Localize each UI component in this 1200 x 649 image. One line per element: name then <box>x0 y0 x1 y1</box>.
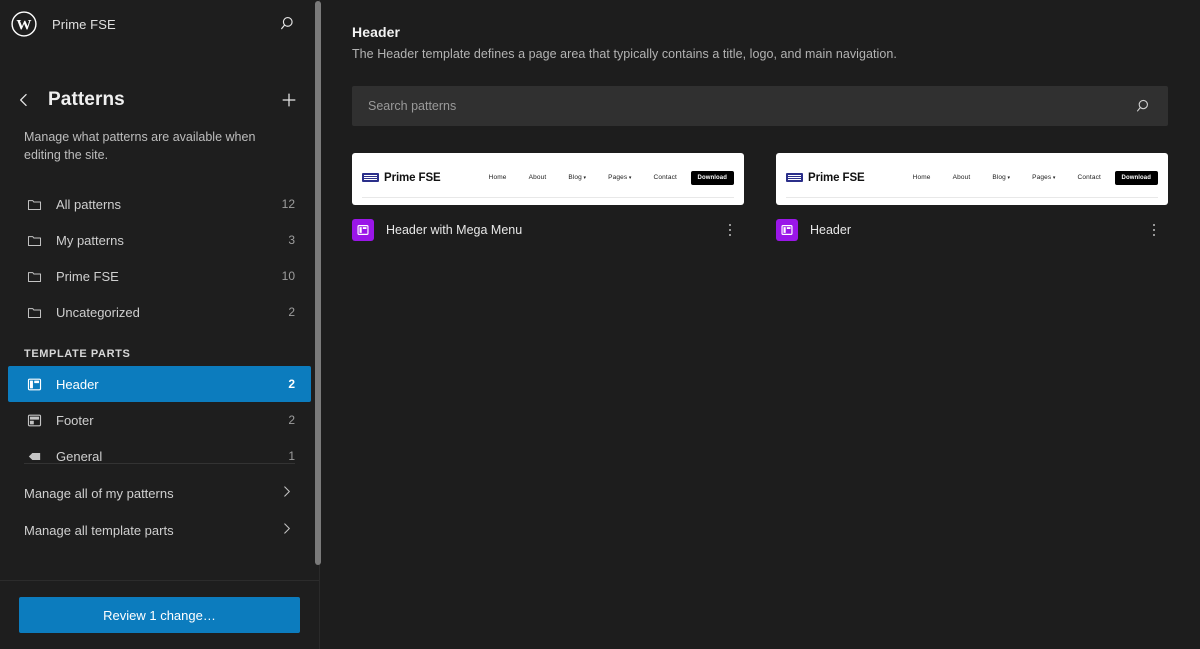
preview-nav-item: Pages <box>608 174 631 181</box>
preview-download-button: Download <box>690 170 734 185</box>
pattern-card: Prime FSE Home About Blog Pages Contact … <box>352 153 744 242</box>
pattern-categories-list: All patterns 12 My patterns 3 Prime FSE … <box>0 186 319 330</box>
folder-icon <box>24 302 44 322</box>
sidebar-item-count: 1 <box>288 449 295 464</box>
sidebar-item-general[interactable]: General 1 <box>8 438 311 474</box>
preview-logo-text: Prime FSE <box>808 171 865 184</box>
kebab-menu-icon[interactable] <box>718 218 742 242</box>
preview-nav-item: Home <box>912 174 931 181</box>
preview-logo-text: Prime FSE <box>384 171 441 184</box>
preview-nav-item: Blog <box>568 174 586 181</box>
page-heading: Header <box>352 24 401 40</box>
folder-icon <box>24 266 44 286</box>
sidebar-item-label: All patterns <box>56 196 122 212</box>
search-patterns-bar[interactable] <box>352 86 1168 126</box>
sidebar-item-manage-template-parts[interactable]: Manage all template parts <box>8 512 311 549</box>
sidebar-item-manage-my-patterns[interactable]: Manage all of my patterns <box>8 475 311 512</box>
review-changes-button[interactable]: Review 1 change… <box>19 597 300 633</box>
preview-logo: Prime FSE <box>362 172 441 184</box>
patterns-panel-header: Patterns <box>0 48 319 116</box>
sidebar-item-footer[interactable]: Footer 2 <box>8 402 311 438</box>
sidebar-item-count: 2 <box>288 377 295 392</box>
sidebar-item-all-patterns[interactable]: All patterns 12 <box>8 186 311 222</box>
page-description: The Header template defines a page area … <box>352 47 897 61</box>
sidebar-item-uncategorized[interactable]: Uncategorized 2 <box>8 294 311 330</box>
kebab-menu-icon[interactable] <box>1142 218 1166 242</box>
site-logo-icon <box>362 173 379 182</box>
chevron-left-icon[interactable] <box>8 84 40 116</box>
preview-nav-item: Home <box>488 174 507 181</box>
preview-download-button: Download <box>1114 170 1158 185</box>
header-layout-icon <box>352 219 374 241</box>
site-editor-app: W Prime FSE Patterns Manage what pattern… <box>0 0 1200 649</box>
sidebar-item-label: My patterns <box>56 232 124 248</box>
pattern-card-meta: Header with Mega Menu <box>352 218 744 242</box>
page-title: Patterns <box>48 89 125 110</box>
sidebar-item-label: Footer <box>56 412 94 428</box>
sidebar-item-prime-fse[interactable]: Prime FSE 10 <box>8 258 311 294</box>
sidebar-footer: Review 1 change… <box>0 580 319 649</box>
preview-logo: Prime FSE <box>786 172 865 184</box>
preview-nav-item: About <box>952 174 971 181</box>
sidebar-scroll-area: Patterns Manage what patterns are availa… <box>0 48 319 580</box>
template-parts-section-label: TEMPLATE PARTS <box>24 348 131 361</box>
manage-links-list: Manage all of my patterns Manage all tem… <box>0 475 319 549</box>
preview-header-bar: Prime FSE Home About Blog Pages Contact … <box>362 160 734 198</box>
wordpress-logo-icon[interactable]: W <box>8 8 40 40</box>
folder-icon <box>24 194 44 214</box>
plus-icon[interactable] <box>273 84 305 116</box>
pattern-card-meta: Header <box>776 218 1168 242</box>
sidebar-topbar: W Prime FSE <box>0 0 319 48</box>
site-logo-icon <box>786 173 803 182</box>
footer-layout-icon <box>24 410 44 430</box>
sidebar: W Prime FSE Patterns Manage what pattern… <box>0 0 321 649</box>
sidebar-item-label: Header <box>56 376 99 392</box>
pattern-title[interactable]: Header with Mega Menu <box>386 223 706 237</box>
preview-header-bar: Prime FSE Home About Blog Pages Contact … <box>786 160 1158 198</box>
sidebar-item-label: Prime FSE <box>56 268 119 284</box>
svg-text:W: W <box>16 16 31 33</box>
pattern-preview[interactable]: Prime FSE Home About Blog Pages Contact … <box>352 153 744 205</box>
sidebar-item-label: Manage all template parts <box>24 523 174 539</box>
sidebar-item-label: General <box>56 448 103 464</box>
header-layout-icon <box>24 374 44 394</box>
preview-nav-item: Contact <box>653 174 677 181</box>
panel-description: Manage what patterns are available when … <box>24 130 256 163</box>
sidebar-item-count: 10 <box>281 269 295 284</box>
patterns-grid: Prime FSE Home About Blog Pages Contact … <box>352 153 1168 242</box>
sidebar-item-header[interactable]: Header 2 <box>8 366 311 403</box>
sidebar-scrollbar[interactable] <box>315 1 321 565</box>
sidebar-item-label: Manage all of my patterns <box>24 486 174 502</box>
pattern-title[interactable]: Header <box>810 223 1130 237</box>
main-content: Header The Header template defines a pag… <box>320 0 1200 649</box>
search-icon[interactable] <box>273 8 305 40</box>
template-parts-list: Header 2 Footer 2 General 1 <box>0 366 319 474</box>
search-input[interactable] <box>368 86 1132 126</box>
preview-navigation: Home About Blog Pages Contact <box>489 174 691 181</box>
sidebar-item-count: 12 <box>281 197 295 212</box>
pattern-preview[interactable]: Prime FSE Home About Blog Pages Contact … <box>776 153 1168 205</box>
sidebar-item-count: 2 <box>288 305 295 320</box>
folder-icon <box>24 230 44 250</box>
sidebar-item-label: Uncategorized <box>56 304 140 320</box>
header-layout-icon <box>776 219 798 241</box>
preview-nav-item: Pages <box>1032 174 1055 181</box>
chevron-right-icon <box>278 520 295 542</box>
sidebar-item-count: 2 <box>288 413 295 428</box>
sidebar-divider <box>24 463 295 465</box>
sidebar-item-my-patterns[interactable]: My patterns 3 <box>8 222 311 258</box>
preview-navigation: Home About Blog Pages Contact <box>913 174 1115 181</box>
pattern-card: Prime FSE Home About Blog Pages Contact … <box>776 153 1168 242</box>
site-title: Prime FSE <box>52 16 116 32</box>
sidebar-item-count: 3 <box>288 233 295 248</box>
preview-nav-item: About <box>528 174 547 181</box>
preview-nav-item: Blog <box>992 174 1010 181</box>
search-icon[interactable] <box>1132 94 1156 118</box>
chevron-right-icon <box>278 483 295 505</box>
preview-nav-item: Contact <box>1077 174 1101 181</box>
